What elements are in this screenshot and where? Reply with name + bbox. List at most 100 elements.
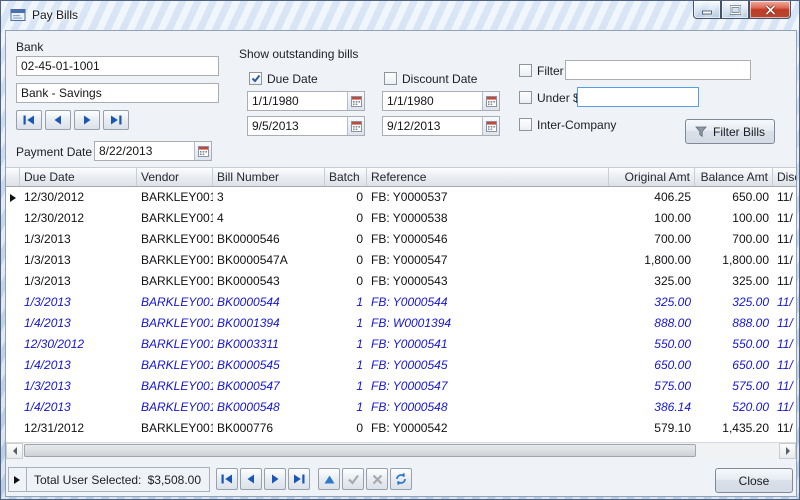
due-date-checkbox[interactable]: Due Date bbox=[249, 71, 318, 86]
scroll-right-button[interactable] bbox=[779, 443, 796, 459]
cell-orig: 325.00 bbox=[609, 292, 695, 313]
column-header-vendor[interactable]: Vendor bbox=[137, 168, 213, 186]
cell-bill: 4 bbox=[213, 208, 325, 229]
close-button[interactable]: Close bbox=[715, 468, 793, 493]
cell-batch: 1 bbox=[325, 355, 367, 376]
prior-record-icon bbox=[244, 473, 258, 485]
cell-disc: 11/ bbox=[773, 250, 796, 271]
bank-account-input[interactable] bbox=[16, 56, 219, 76]
cell-orig: 650.00 bbox=[609, 355, 695, 376]
inter-company-checkbox[interactable]: Inter-Company bbox=[519, 117, 616, 132]
cell-due: 12/30/2012 bbox=[20, 187, 137, 208]
under-checkbox[interactable]: Under $ bbox=[519, 90, 580, 105]
grid-prior-button[interactable] bbox=[240, 468, 262, 490]
divider bbox=[312, 468, 316, 490]
table-row[interactable]: 1/4/2013BARKLEY001BK00005481FB: Y0000548… bbox=[6, 397, 796, 418]
refresh-icon bbox=[394, 472, 408, 486]
row-marker-cell bbox=[6, 292, 20, 313]
cell-bal: 650.00 bbox=[695, 355, 773, 376]
grid-refresh-button[interactable] bbox=[390, 468, 412, 490]
column-header-due[interactable]: Due Date bbox=[20, 168, 137, 186]
discount-date-checkbox[interactable]: Discount Date bbox=[384, 71, 477, 86]
scrollbar-thumb[interactable] bbox=[24, 444, 696, 457]
cell-bill: BK0003311 bbox=[213, 334, 325, 355]
column-header-bill[interactable]: Bill Number bbox=[213, 168, 325, 186]
table-row[interactable]: 12/30/2012BARKLEY00130FB: Y0000537406.25… bbox=[6, 187, 796, 208]
payment-date-calendar-button[interactable] bbox=[194, 142, 211, 160]
grid-next-button[interactable] bbox=[264, 468, 286, 490]
column-header-bal[interactable]: Balance Amt bbox=[695, 168, 773, 186]
filter-checkbox[interactable]: Filter bbox=[519, 63, 564, 78]
grid-first-button[interactable] bbox=[216, 468, 238, 490]
bank-name-input[interactable] bbox=[16, 83, 219, 103]
cell-batch: 0 bbox=[325, 418, 367, 439]
bank-first-button[interactable] bbox=[16, 110, 42, 130]
due-to-calendar-button[interactable] bbox=[347, 117, 364, 135]
table-row[interactable]: 1/3/2013BARKLEY001BK00005471FB: Y0000547… bbox=[6, 376, 796, 397]
filter-bills-label: Filter Bills bbox=[713, 125, 765, 139]
maximize-icon bbox=[730, 5, 741, 15]
column-header-orig[interactable]: Original Amt bbox=[609, 168, 695, 186]
due-from-calendar-button[interactable] bbox=[347, 92, 364, 110]
table-row[interactable]: 12/30/2012BARKLEY00140FB: Y0000538100.00… bbox=[6, 208, 796, 229]
column-header-batch[interactable]: Batch bbox=[325, 168, 367, 186]
cell-bill: BK0000545 bbox=[213, 355, 325, 376]
bank-prior-button[interactable] bbox=[45, 110, 71, 130]
grid-edit-button[interactable] bbox=[318, 468, 340, 490]
table-row[interactable]: 12/31/2012BARKLEY001BK0007760FB: Y000054… bbox=[6, 418, 796, 439]
outstanding-group-label: Show outstanding bills bbox=[239, 47, 358, 61]
maximize-button[interactable] bbox=[721, 1, 749, 19]
total-panel: Total User Selected: $3,508.00 bbox=[8, 467, 210, 492]
prior-record-icon bbox=[51, 114, 65, 126]
discount-from-calendar-button[interactable] bbox=[482, 92, 499, 110]
discount-to-calendar-button[interactable] bbox=[482, 117, 499, 135]
bank-next-button[interactable] bbox=[74, 110, 100, 130]
cell-due: 1/4/2013 bbox=[20, 355, 137, 376]
table-row[interactable]: 1/4/2013BARKLEY001BK00013941FB: W0001394… bbox=[6, 313, 796, 334]
window-controls bbox=[693, 1, 791, 19]
table-row[interactable]: 1/3/2013BARKLEY001BK00005441FB: Y0000544… bbox=[6, 292, 796, 313]
grid-post-button[interactable] bbox=[342, 468, 364, 490]
pay-bills-window: Pay Bills Bank bbox=[0, 0, 800, 500]
table-row[interactable]: 1/3/2013BARKLEY001BK00005430FB: Y0000543… bbox=[6, 271, 796, 292]
first-record-icon bbox=[22, 114, 36, 126]
calendar-icon bbox=[351, 96, 362, 107]
cell-bal: 100.00 bbox=[695, 208, 773, 229]
table-row[interactable]: 1/3/2013BARKLEY001BK00005460FB: Y0000546… bbox=[6, 229, 796, 250]
table-row[interactable]: 1/4/2013BARKLEY001BK00005451FB: Y0000545… bbox=[6, 355, 796, 376]
cell-batch: 0 bbox=[325, 208, 367, 229]
scroll-left-button[interactable] bbox=[6, 443, 23, 459]
bank-last-button[interactable] bbox=[103, 110, 129, 130]
under-amount-input[interactable] bbox=[577, 87, 699, 107]
row-marker-cell bbox=[6, 418, 20, 439]
check-icon bbox=[251, 74, 261, 83]
current-row-icon bbox=[10, 194, 16, 202]
cell-disc: 11/ bbox=[773, 355, 796, 376]
cell-due: 1/3/2013 bbox=[20, 376, 137, 397]
cell-disc: 11/ bbox=[773, 313, 796, 334]
cell-bill: BK0000548 bbox=[213, 397, 325, 418]
row-marker-cell bbox=[6, 355, 20, 376]
column-header-ref[interactable]: Reference bbox=[367, 168, 609, 186]
cell-disc: 11/ bbox=[773, 418, 796, 439]
cell-disc: 11/ bbox=[773, 397, 796, 418]
table-row[interactable]: 12/30/2012BARKLEY001BK00033111FB: Y00005… bbox=[6, 334, 796, 355]
cell-bill: BK0000547 bbox=[213, 376, 325, 397]
row-marker-cell bbox=[6, 271, 20, 292]
close-window-button[interactable] bbox=[749, 1, 791, 19]
cell-due: 1/4/2013 bbox=[20, 313, 137, 334]
column-header-disc[interactable]: Disc bbox=[773, 168, 796, 186]
table-row[interactable]: 1/3/2013BARKLEY001BK0000547A0FB: Y000054… bbox=[6, 250, 796, 271]
row-marker-cell bbox=[6, 187, 20, 208]
filter-input[interactable] bbox=[565, 60, 751, 80]
cell-vendor: BARKLEY001 bbox=[137, 397, 213, 418]
scrollbar-track[interactable] bbox=[23, 443, 779, 459]
minimize-button[interactable] bbox=[693, 1, 721, 19]
cell-bill: BK0001394 bbox=[213, 313, 325, 334]
horizontal-scrollbar[interactable] bbox=[6, 442, 796, 459]
column-header-marker bbox=[6, 168, 20, 186]
cell-bill: BK0000546 bbox=[213, 229, 325, 250]
grid-cancel-button[interactable] bbox=[366, 468, 388, 490]
grid-last-button[interactable] bbox=[288, 468, 310, 490]
filter-bills-button[interactable]: Filter Bills bbox=[685, 119, 775, 144]
